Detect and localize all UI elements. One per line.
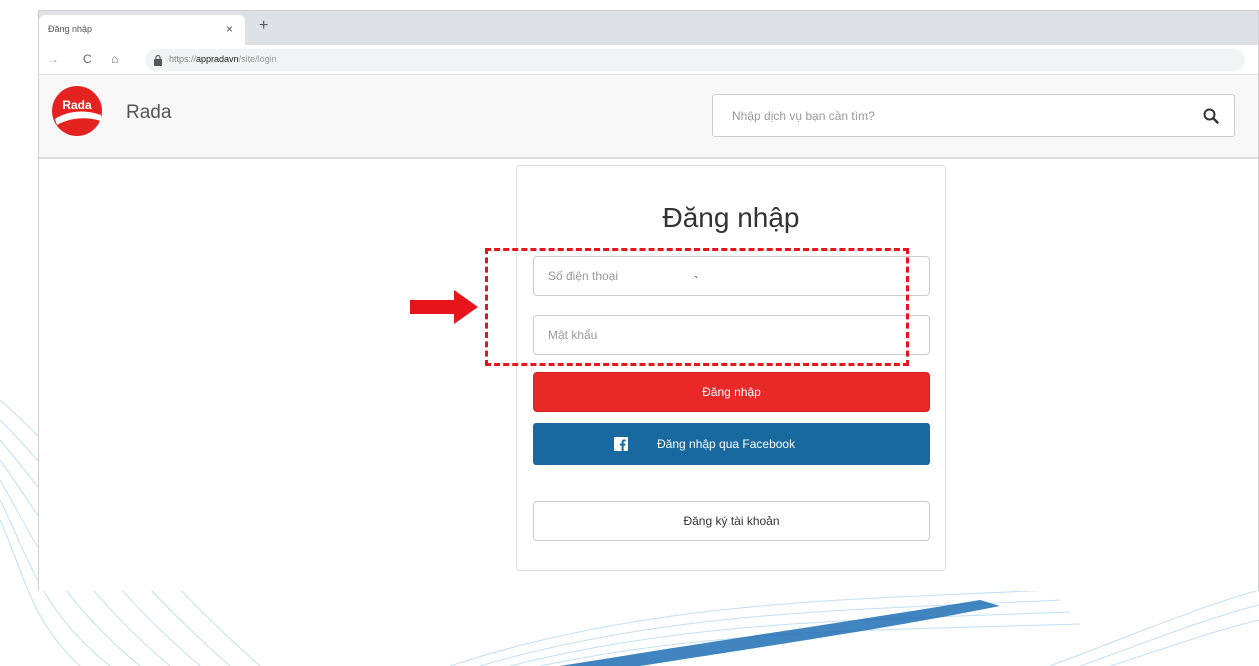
site-header: Rada Rada xyxy=(39,75,1258,159)
url-text: https://appradavn/site/login xyxy=(169,54,277,64)
highlight-box xyxy=(485,248,909,366)
new-tab-icon[interactable]: + xyxy=(259,17,268,35)
home-icon[interactable]: ⌂ xyxy=(111,52,118,66)
register-button[interactable]: Đăng ký tài khoản xyxy=(533,501,930,541)
brand-name[interactable]: Rada xyxy=(126,102,171,124)
login-button[interactable]: Đăng nhập xyxy=(533,372,930,412)
site-search-box xyxy=(712,94,1235,137)
address-bar[interactable]: https://appradavn/site/login xyxy=(145,49,1245,71)
reload-icon[interactable]: C xyxy=(83,52,92,66)
tab-strip: Đăng nhập × + xyxy=(39,11,1258,45)
browser-toolbar: → C ⌂ https://appradavn/site/login xyxy=(39,45,1258,75)
facebook-login-button[interactable]: Đăng nhập qua Facebook xyxy=(533,423,930,465)
rada-logo[interactable]: Rada xyxy=(51,85,103,137)
lock-icon xyxy=(154,54,162,66)
login-title: Đăng nhập xyxy=(662,202,800,233)
screenshot-stage: Đăng nhập × + → C ⌂ https://appradavn/si… xyxy=(0,0,1259,666)
url-prefix: https:// xyxy=(169,54,197,64)
url-path: /site/login xyxy=(238,54,277,64)
search-input[interactable] xyxy=(713,95,1183,136)
pointer-arrow-icon xyxy=(410,290,478,324)
forward-arrow-icon[interactable]: → xyxy=(47,52,59,66)
browser-tab[interactable]: Đăng nhập × xyxy=(39,15,245,45)
facebook-login-label: Đăng nhập qua Facebook xyxy=(657,437,796,451)
tab-title: Đăng nhập xyxy=(48,24,93,34)
login-card: Đăng nhập ` Đăng nhập Đăng nhập qua Face… xyxy=(516,165,946,571)
search-icon[interactable] xyxy=(1202,107,1220,125)
logo-text: Rada xyxy=(62,98,92,112)
tab-close-icon[interactable]: × xyxy=(226,22,233,36)
url-host: appradavn xyxy=(196,54,239,64)
facebook-icon xyxy=(614,437,628,451)
